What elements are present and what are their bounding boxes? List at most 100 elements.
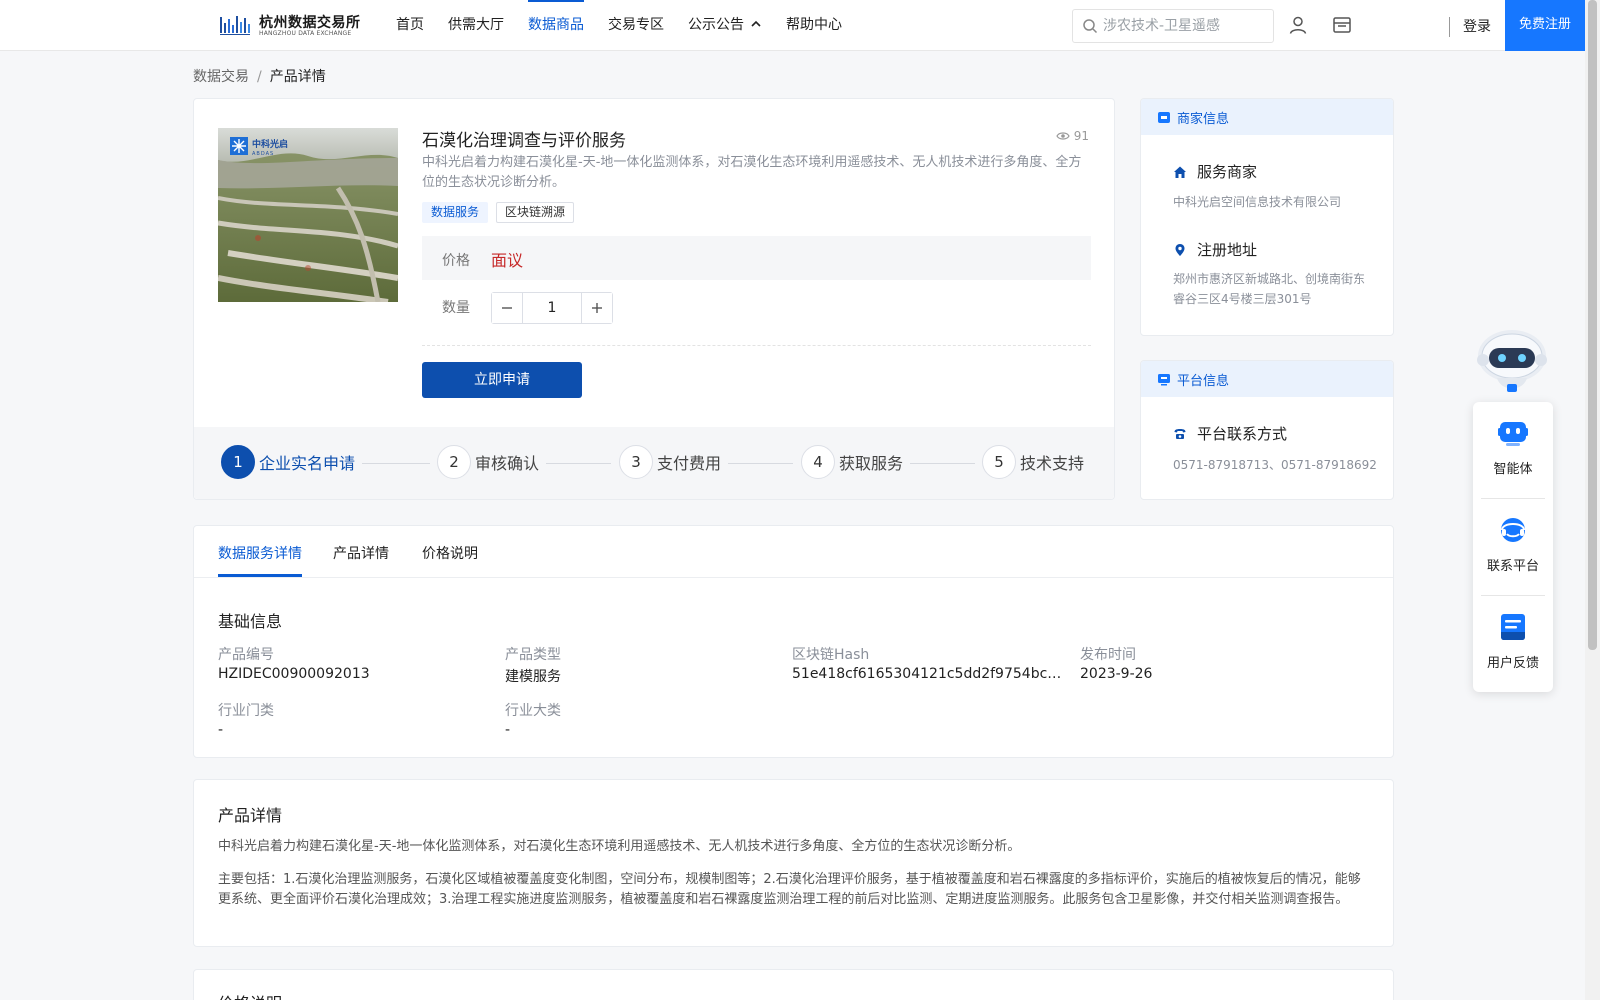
search-input[interactable] — [1103, 14, 1268, 38]
agent-icon — [1498, 422, 1528, 446]
register-button[interactable]: 免费注册 — [1505, 0, 1585, 51]
product-image: 中科光启 ABDAS — [218, 128, 398, 302]
product-id-value: HZIDEC00900092013 — [218, 666, 370, 682]
breadcrumb-separator: / — [257, 69, 262, 85]
step-label: 支付费用 — [657, 454, 722, 473]
nav-announcements-label: 公示公告 — [688, 17, 744, 33]
site-logo[interactable]: 杭州数据交易所 HANGZHOU DATA EXCHANGE — [220, 11, 360, 39]
registered-address-value: 郑州市惠济区新城路北、创境南街东睿谷三区4号楼三层301号 — [1173, 272, 1366, 306]
nav-announcements[interactable]: 公示公告 — [688, 0, 762, 50]
publish-time-label: 发布时间 — [1080, 647, 1136, 663]
industry-category-label: 行业门类 — [218, 703, 274, 719]
home-icon — [1174, 166, 1186, 178]
price-description-title: 价格说明 — [218, 990, 282, 1000]
step-2: 2 审核确认 — [437, 445, 539, 479]
agent-button[interactable]: 智能体 — [1473, 402, 1553, 498]
increment-button[interactable] — [581, 293, 612, 323]
step-number: 2 — [437, 445, 471, 479]
logo-text: 杭州数据交易所 — [259, 15, 361, 31]
active-tab-indicator — [218, 574, 302, 577]
nav-supply-demand[interactable]: 供需大厅 — [448, 0, 504, 50]
chevron-up-icon — [751, 20, 761, 27]
monitor-icon — [1158, 374, 1170, 386]
login-link[interactable]: 登录 — [1463, 16, 1491, 36]
nav-data-products[interactable]: 数据商品 — [528, 0, 584, 50]
step-connector — [910, 463, 975, 464]
product-detail-paragraph: 主要包括：1.石漠化治理监测服务，石漠化区域植被覆盖度变化制图，空间分布，规模制… — [218, 872, 1361, 907]
feedback-icon — [1501, 614, 1525, 640]
publish-time-value: 2023-9-26 — [1080, 666, 1153, 682]
step-number: 3 — [619, 445, 653, 479]
breadcrumb-parent[interactable]: 数据交易 — [193, 69, 249, 85]
step-label: 获取服务 — [839, 454, 904, 473]
quantity-input[interactable]: 1 — [523, 293, 581, 323]
top-header: 杭州数据交易所 HANGZHOU DATA EXCHANGE 首页 供需大厅 数… — [0, 0, 1585, 51]
tab-data-service-details[interactable]: 数据服务详情 — [218, 543, 302, 563]
merchant-icon — [1158, 112, 1170, 123]
merchant-info-title: 商家信息 — [1177, 111, 1230, 127]
service-merchant-label: 服务商家 — [1173, 161, 1257, 182]
platform-info-header: 平台信息 — [1141, 361, 1393, 397]
platform-info-title: 平台信息 — [1177, 373, 1230, 389]
search-icon — [1083, 19, 1098, 34]
platform-contact-text: 平台联系方式 — [1197, 425, 1288, 443]
product-tags: 数据服务 区块链溯源 — [422, 202, 582, 223]
scrollbar-thumb[interactable] — [1588, 0, 1597, 650]
step-label: 审核确认 — [475, 454, 540, 473]
plus-icon — [592, 303, 602, 313]
step-connector — [728, 463, 793, 464]
step-3: 3 支付费用 — [619, 445, 721, 479]
blockchain-hash-label: 区块链Hash — [792, 647, 870, 663]
logo-subtext: HANGZHOU DATA EXCHANGE — [259, 30, 352, 37]
minus-icon — [502, 307, 512, 309]
registered-address-text: 注册地址 — [1197, 241, 1258, 259]
phone-icon — [1174, 428, 1186, 439]
page-scrollbar[interactable] — [1585, 0, 1600, 1000]
step-1: 1 企业实名申请 — [221, 445, 355, 479]
service-merchant-text: 服务商家 — [1197, 163, 1258, 181]
step-number: 4 — [801, 445, 835, 479]
decrement-button[interactable] — [492, 293, 523, 323]
merchant-info-card: 商家信息 服务商家 中科光启空间信息技术有限公司 注册地址 郑州市惠济区新城路北… — [1140, 98, 1394, 336]
platform-info-card: 平台信息 平台联系方式 0571-87918713、0571-87918692 — [1140, 360, 1394, 500]
price-label: 价格 — [442, 253, 470, 269]
floating-toolbar: 智能体 联系平台 用户反馈 — [1473, 402, 1553, 692]
view-count-value: 91 — [1073, 129, 1089, 143]
blockchain-hash-value: 51e418cf6165304121c5dd2f9754bc83c17... — [792, 666, 1068, 682]
product-detail-paragraph: 中科光启着力构建石漠化星-天-地一体化监测体系，对石漠化生态环境利用遥感技术、无… — [218, 839, 1021, 854]
nav-trading-zone[interactable]: 交易专区 — [608, 0, 664, 50]
main-nav: 首页 供需大厅 数据商品 交易专区 公示公告 帮助中心 — [396, 0, 866, 50]
product-detail-title: 产品详情 — [218, 806, 283, 825]
image-logo-subtext: ABDAS — [252, 151, 274, 157]
step-number: 5 — [982, 445, 1016, 479]
industry-category-value: - — [218, 722, 224, 738]
process-steps: 1 企业实名申请 2 审核确认 3 支付费用 4 获取服务 5 技术支持 — [194, 427, 1114, 499]
apply-now-button[interactable]: 立即申请 — [422, 362, 582, 398]
step-label: 技术支持 — [1020, 454, 1085, 473]
robot-assistant-icon[interactable] — [1471, 326, 1553, 402]
service-merchant-value: 中科光启空间信息技术有限公司 — [1173, 195, 1342, 209]
industry-class-value: - — [505, 722, 511, 738]
nav-home[interactable]: 首页 — [396, 0, 424, 50]
landscape-image-icon: 中科光启 ABDAS — [218, 128, 398, 302]
headset-icon — [1501, 518, 1525, 542]
product-detail-card: 产品详情 中科光启着力构建石漠化星-天-地一体化监测体系，对石漠化生态环境利用遥… — [193, 779, 1394, 947]
contact-platform-button[interactable]: 联系平台 — [1473, 499, 1553, 595]
breadcrumb: 数据交易 / 产品详情 — [193, 66, 326, 86]
step-5: 5 技术支持 — [982, 445, 1084, 479]
user-icon[interactable] — [1288, 15, 1308, 35]
header-divider — [1449, 17, 1450, 37]
product-id-label: 产品编号 — [218, 647, 274, 663]
location-pin-icon — [1175, 243, 1185, 256]
product-title: 石漠化治理调查与评价服务 — [422, 131, 626, 151]
nav-help-center[interactable]: 帮助中心 — [786, 0, 842, 50]
tab-product-details[interactable]: 产品详情 — [333, 543, 389, 563]
user-feedback-button[interactable]: 用户反馈 — [1473, 596, 1553, 692]
tab-price-description[interactable]: 价格说明 — [422, 543, 478, 563]
search-box[interactable] — [1072, 9, 1274, 43]
step-connector — [362, 463, 430, 464]
store-icon[interactable] — [1332, 15, 1352, 35]
tag-data-service: 数据服务 — [422, 202, 489, 223]
industry-class-label: 行业大类 — [505, 703, 561, 719]
price-row: 价格 面议 — [422, 236, 1091, 280]
